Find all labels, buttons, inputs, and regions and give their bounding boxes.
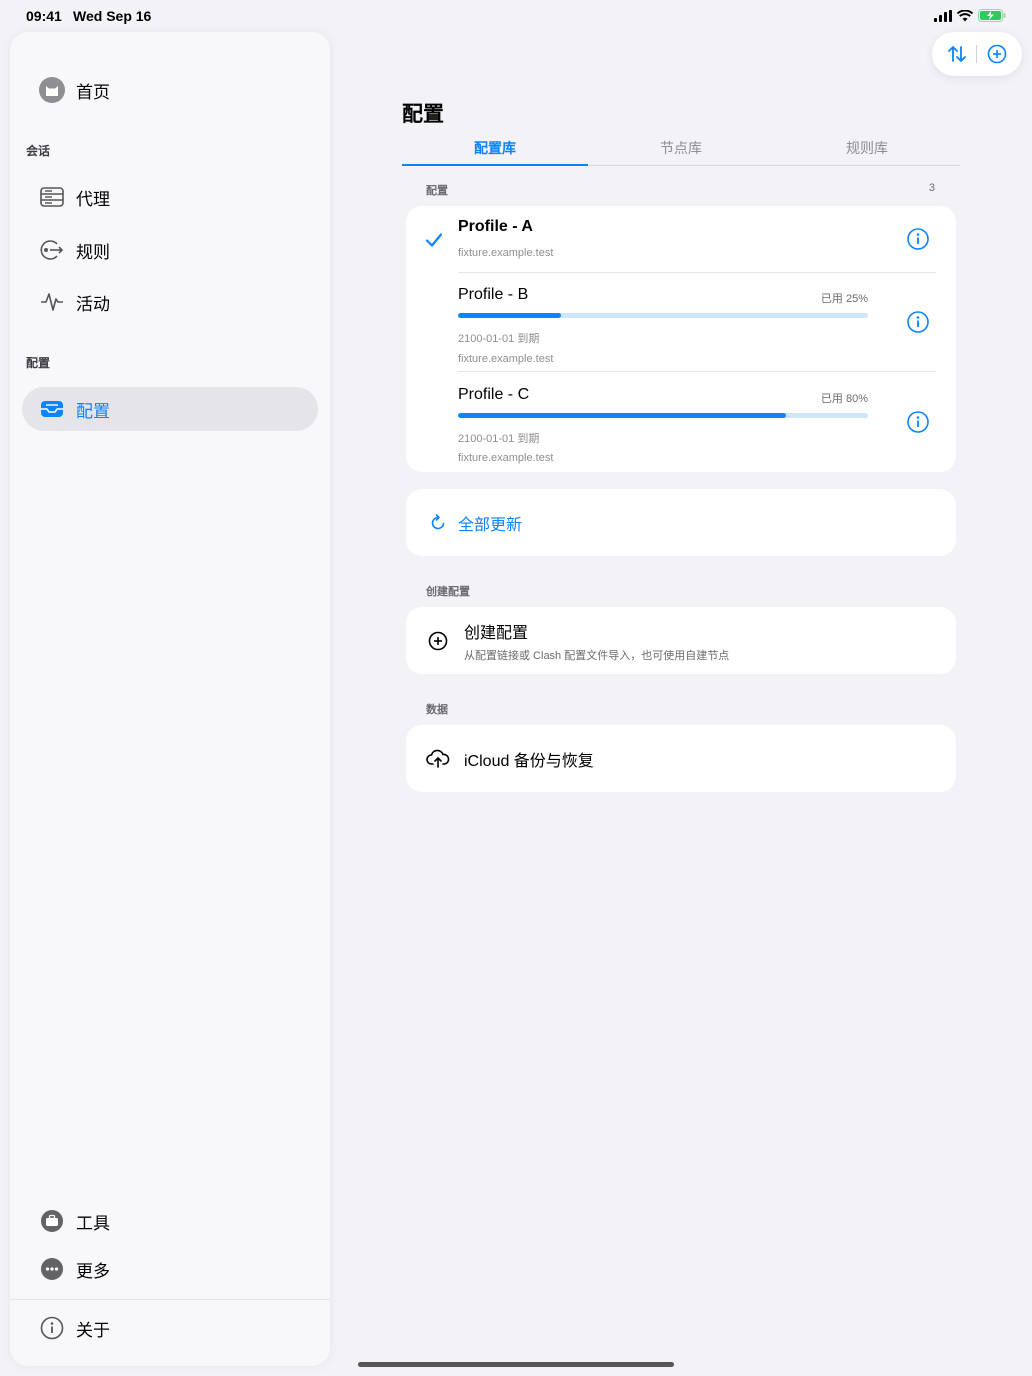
sidebar-item-label: 工具 — [76, 1213, 110, 1233]
create-profile-title: 创建配置 — [464, 624, 529, 642]
tab-rule-library[interactable]: 规则库 — [774, 130, 960, 165]
create-profile-description: 从配置链接或 Clash 配置文件导入，也可使用自建节点 — [464, 649, 730, 662]
profiles-card: Profile - A fixture.example.test Profile… — [406, 206, 956, 472]
waveform-icon — [38, 288, 66, 316]
icloud-backup-button[interactable]: iCloud 备份与恢复 — [406, 725, 956, 792]
usage-bar-fill — [458, 413, 786, 418]
tray-icon — [38, 395, 66, 423]
update-all-card: 全部更新 — [406, 489, 956, 556]
tab-node-library[interactable]: 节点库 — [588, 130, 774, 165]
route-arrow-icon — [38, 236, 66, 264]
profiles-count: 3 — [928, 182, 935, 194]
sidebar-item-label: 活动 — [76, 294, 110, 314]
sidebar-item-label: 规则 — [76, 242, 110, 262]
profile-name: Profile - B — [458, 286, 529, 303]
profile-host: fixture.example.test — [458, 353, 554, 365]
checkmark-icon — [425, 233, 443, 247]
usage-bar — [458, 313, 868, 318]
sidebar-item-label: 更多 — [76, 1261, 110, 1281]
sidebar-divider — [10, 1299, 330, 1300]
sidebar-item-label: 代理 — [76, 189, 110, 209]
profile-usage-text: 已用 25% — [820, 293, 868, 305]
server-rack-icon — [38, 183, 66, 211]
status-icons — [934, 9, 1006, 22]
profile-name: Profile - C — [458, 386, 530, 403]
icloud-label: iCloud 备份与恢复 — [464, 752, 594, 770]
cat-avatar-icon — [38, 76, 66, 104]
ellipsis-icon — [38, 1255, 66, 1283]
section-label-profiles: 配置 — [426, 185, 448, 197]
profile-usage-text: 已用 80% — [820, 393, 868, 405]
info-circle-icon[interactable] — [906, 227, 930, 251]
sidebar-item-tools[interactable]: 工具 — [22, 1199, 318, 1243]
status-time: 09:41 — [26, 8, 62, 24]
toolbar-pill — [932, 32, 1022, 76]
sidebar-section-config: 配置 — [26, 356, 51, 370]
icloud-card: iCloud 备份与恢复 — [406, 725, 956, 792]
status-bar: 09:41 Wed Sep 16 — [0, 0, 1032, 32]
tab-profile-library[interactable]: 配置库 — [402, 130, 588, 166]
refresh-icon — [426, 511, 450, 535]
sidebar-item-about[interactable]: 关于 — [22, 1306, 318, 1350]
sidebar-item-label: 首页 — [76, 82, 110, 102]
create-profile-button[interactable]: 创建配置 从配置链接或 Clash 配置文件导入，也可使用自建节点 — [406, 607, 956, 674]
sidebar-section-session: 会话 — [26, 144, 51, 158]
usage-bar — [458, 413, 868, 418]
profile-host: fixture.example.test — [458, 247, 554, 259]
sidebar-item-more[interactable]: 更多 — [22, 1247, 318, 1291]
battery-charging-icon — [978, 9, 1006, 22]
toolbar-separator — [976, 45, 978, 63]
toolbox-icon — [38, 1207, 66, 1235]
status-date: Wed Sep 16 — [73, 8, 152, 24]
info-icon — [38, 1314, 66, 1342]
sidebar-item-rules[interactable]: 规则 — [22, 228, 318, 272]
create-profile-text: 创建配置 从配置链接或 Clash 配置文件导入，也可使用自建节点 — [464, 619, 729, 663]
sidebar-item-proxy[interactable]: 代理 — [22, 175, 318, 219]
update-all-label: 全部更新 — [458, 516, 523, 534]
sidebar-item-home[interactable]: 首页 — [22, 68, 318, 112]
page-title: 配置 — [402, 103, 444, 126]
cellular-signal-icon — [934, 9, 952, 22]
profile-row[interactable]: Profile - B 已用 25% 2100-01-01 到期 fixture… — [406, 273, 956, 371]
sidebar-item-label: 关于 — [76, 1320, 110, 1340]
usage-bar-fill — [458, 313, 561, 318]
home-indicator — [358, 1362, 674, 1367]
add-circle-icon[interactable] — [986, 43, 1008, 65]
sidebar-item-config[interactable]: 配置 — [22, 387, 318, 431]
info-circle-icon[interactable] — [906, 310, 930, 334]
profile-row[interactable]: Profile - A fixture.example.test — [406, 206, 956, 272]
profile-expiry: 2100-01-01 到期 — [458, 333, 540, 345]
profile-row[interactable]: Profile - C 已用 80% 2100-01-01 到期 fixture… — [406, 372, 956, 472]
profile-expiry: 2100-01-01 到期 — [458, 433, 540, 445]
cloud-upload-icon — [426, 747, 450, 771]
sort-arrows-icon[interactable] — [946, 43, 968, 65]
sidebar-item-label: 配置 — [76, 401, 110, 421]
sidebar-item-activity[interactable]: 活动 — [22, 280, 318, 324]
wifi-icon — [957, 9, 973, 21]
sidebar: 首页 会话 代理 规则 活动 配置 配置 工具 更多 关于 — [10, 32, 330, 1366]
plus-circle-icon — [426, 629, 450, 653]
profile-host: fixture.example.test — [458, 452, 554, 464]
profile-name: Profile - A — [458, 218, 533, 235]
update-all-button[interactable]: 全部更新 — [406, 489, 956, 556]
section-label-data: 数据 — [426, 704, 448, 716]
section-label-create: 创建配置 — [426, 586, 470, 598]
segmented-tabs: 配置库 节点库 规则库 — [402, 130, 960, 166]
info-circle-icon[interactable] — [906, 410, 930, 434]
create-profile-card: 创建配置 从配置链接或 Clash 配置文件导入，也可使用自建节点 — [406, 607, 956, 674]
